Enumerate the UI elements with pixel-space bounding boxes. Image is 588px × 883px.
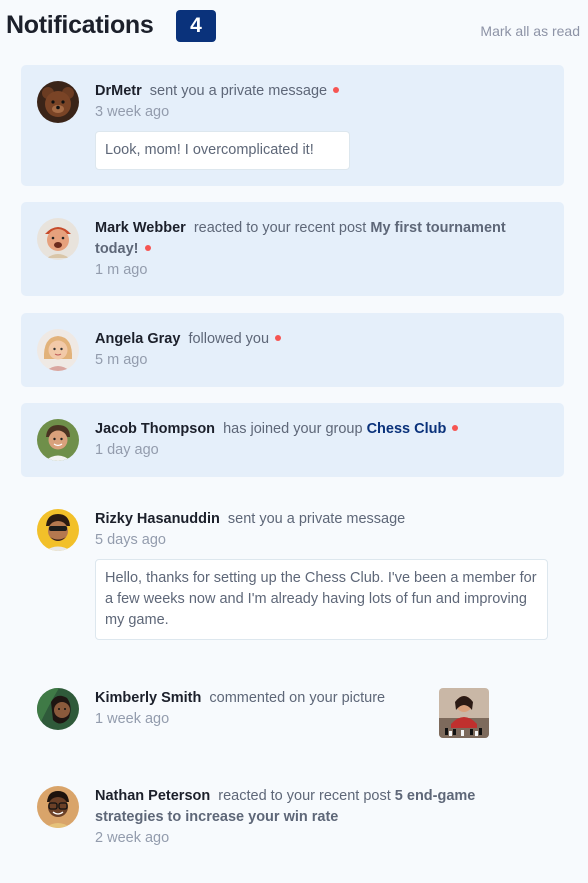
user-name[interactable]: Rizky Hasanuddin	[95, 511, 220, 527]
commented-picture-thumbnail[interactable]	[439, 688, 489, 738]
avatar[interactable]	[37, 218, 79, 260]
timestamp: 1 day ago	[95, 442, 159, 458]
unread-count-badge: 4	[176, 10, 216, 42]
unread-dot	[144, 245, 151, 252]
timestamp: 5 days ago	[95, 532, 166, 548]
notification-action: commented on your picture	[209, 690, 386, 706]
timestamp: 1 week ago	[95, 711, 170, 727]
page-title: Notifications	[6, 11, 154, 39]
notification-action: followed you	[188, 331, 270, 347]
notification-item[interactable]: Kimberly Smith commented on your picture…	[21, 672, 564, 752]
notification-body: Nathan Peterson reacted to your recent p…	[95, 786, 524, 849]
notification-item[interactable]: Rizky Hasanuddin sent you a private mess…	[21, 493, 564, 653]
user-name[interactable]: Mark Webber	[95, 220, 186, 236]
user-name[interactable]: Nathan Peterson	[95, 788, 210, 804]
notification-body: Kimberly Smith commented on your picture…	[95, 688, 444, 730]
notification-body: Jacob Thompson has joined your group Che…	[95, 419, 524, 461]
user-name[interactable]: Angela Gray	[95, 331, 180, 347]
timestamp: 5 m ago	[95, 352, 148, 368]
unread-dot	[333, 87, 340, 94]
avatar[interactable]	[37, 419, 79, 461]
notification-item[interactable]: Jacob Thompson has joined your group Che…	[21, 403, 564, 477]
notification-action: reacted to your recent post	[218, 788, 391, 804]
notification-item[interactable]: Mark Webber reacted to your recent post …	[21, 202, 564, 296]
notification-item[interactable]: Angela Gray followed you 5 m ago	[21, 313, 564, 387]
notification-action: reacted to your recent post	[193, 220, 367, 236]
notification-body: Rizky Hasanuddin sent you a private mess…	[95, 509, 524, 551]
avatar[interactable]	[37, 329, 79, 371]
avatar[interactable]	[37, 688, 79, 730]
avatar[interactable]	[37, 509, 79, 551]
notification-body: Angela Gray followed you 5 m ago	[95, 329, 524, 371]
user-name[interactable]: Jacob Thompson	[95, 421, 215, 437]
notification-body: DrMetr sent you a private message 3 week…	[95, 81, 524, 123]
timestamp: 2 week ago	[95, 830, 170, 846]
user-name[interactable]: DrMetr	[95, 83, 142, 99]
notification-action: sent you a private message	[227, 511, 406, 527]
private-message[interactable]: Hello, thanks for setting up the Chess C…	[95, 559, 548, 640]
unread-dot	[452, 425, 459, 432]
notification-action: sent you a private message	[149, 83, 328, 99]
timestamp: 3 week ago	[95, 104, 170, 120]
notification-item[interactable]: DrMetr sent you a private message 3 week…	[21, 65, 564, 186]
user-name[interactable]: Kimberly Smith	[95, 690, 201, 706]
avatar[interactable]	[37, 81, 79, 123]
notification-body: Mark Webber reacted to your recent post …	[95, 218, 524, 281]
timestamp: 1 m ago	[95, 262, 148, 278]
notification-action: has joined your group	[223, 421, 363, 437]
mark-all-as-read-button[interactable]: Mark all as read	[480, 23, 580, 39]
notification-item[interactable]: Nathan Peterson reacted to your recent p…	[21, 770, 564, 866]
header: Notifications 4 Mark all as read	[0, 0, 588, 60]
avatar[interactable]	[37, 786, 79, 828]
group-link[interactable]: Chess Club	[367, 421, 447, 437]
unread-dot	[275, 335, 282, 342]
private-message[interactable]: Look, mom! I overcomplicated it!	[95, 131, 350, 170]
